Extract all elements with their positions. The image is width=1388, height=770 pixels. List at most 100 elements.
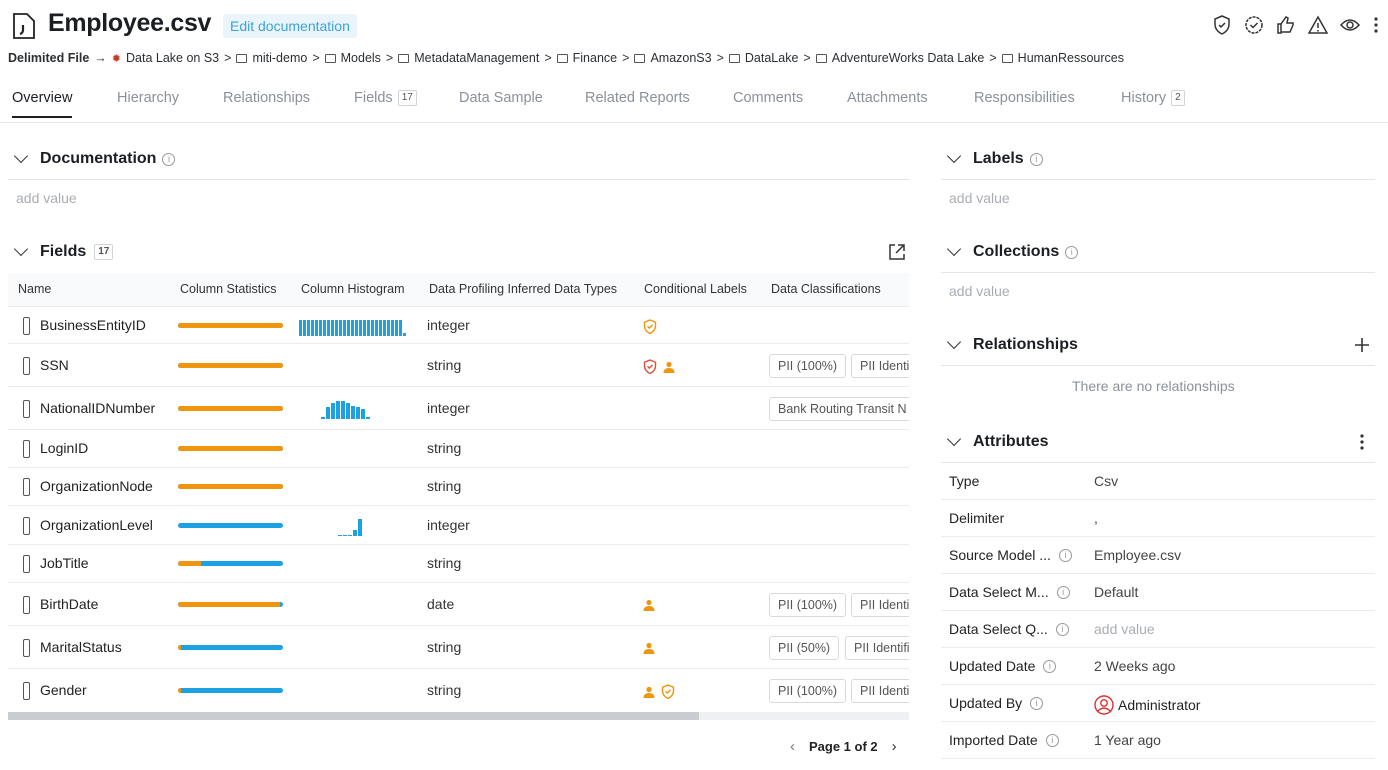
classification-chip[interactable]: PII (100%)	[769, 678, 847, 703]
documentation-header[interactable]: Documentation i	[13, 148, 176, 168]
field-name[interactable]: SSN	[40, 357, 69, 373]
field-name[interactable]: Gender	[40, 682, 87, 698]
column-header[interactable]: Column Histogram	[301, 273, 405, 306]
column-header[interactable]: Name	[18, 273, 51, 306]
field-name[interactable]: BirthDate	[40, 596, 98, 612]
table-row[interactable]: SSN string PII (100%) PII Identi	[8, 343, 909, 386]
horizontal-scrollbar[interactable]	[8, 712, 909, 720]
breadcrumb-item[interactable]: AmazonS3	[650, 51, 711, 65]
tab-comments[interactable]: Comments	[733, 90, 803, 106]
thumbs-up-icon[interactable]	[1276, 14, 1296, 36]
breadcrumb-item[interactable]: MetadataManagement	[414, 51, 539, 65]
collections-header[interactable]: Collections i	[946, 241, 1079, 261]
field-name[interactable]: MaritalStatus	[40, 639, 122, 655]
table-row[interactable]: MaritalStatus string PII (50%) PII Identifi	[8, 625, 909, 668]
field-name[interactable]: LoginID	[40, 440, 88, 456]
tab-overview[interactable]: Overview	[12, 90, 73, 118]
tab-relationships[interactable]: Relationships	[223, 90, 310, 106]
chevron-right-icon[interactable]: ›	[892, 738, 897, 755]
table-row[interactable]: LoginID string	[8, 429, 909, 467]
relationships-header[interactable]: Relationships	[946, 334, 1078, 354]
scrollbar-thumb[interactable]	[8, 712, 699, 720]
collections-add-value[interactable]: add value	[949, 283, 1010, 299]
chevron-down-icon[interactable]	[946, 431, 962, 447]
chevron-down-icon[interactable]	[13, 148, 29, 164]
chevron-down-icon[interactable]	[946, 241, 962, 257]
classification-chip[interactable]: PII Identi	[851, 353, 909, 378]
tab-history[interactable]: History 2	[1121, 90, 1185, 106]
labels-add-value[interactable]: add value	[949, 190, 1010, 206]
more-vertical-icon[interactable]	[1372, 14, 1380, 36]
classification-chip[interactable]: PII Identi	[851, 678, 909, 703]
conditional-labels	[643, 358, 675, 377]
chevron-down-icon[interactable]	[13, 241, 29, 257]
field-name[interactable]: BusinessEntityID	[40, 317, 146, 333]
tab-attachments[interactable]: Attachments	[847, 90, 928, 106]
breadcrumb-source[interactable]: Data Lake on S3	[126, 51, 219, 65]
attribute-key: Updated By i	[949, 695, 1044, 711]
table-row[interactable]: Gender string PII (100%) PII Identi	[8, 668, 909, 711]
breadcrumb-item[interactable]: HumanRessources	[1018, 51, 1124, 65]
tab-related-reports[interactable]: Related Reports	[585, 90, 690, 106]
field-name[interactable]: OrganizationLevel	[40, 517, 153, 533]
add-relationship-icon[interactable]	[1354, 337, 1370, 353]
shield-check-icon[interactable]	[661, 683, 675, 702]
relationships-title: Relationships	[973, 336, 1078, 353]
breadcrumb-item[interactable]: AdventureWorks Data Lake	[832, 51, 985, 65]
person-icon[interactable]	[643, 685, 655, 701]
breadcrumb-item[interactable]: DataLake	[745, 51, 799, 65]
breadcrumb-item[interactable]: Models	[341, 51, 381, 65]
certified-icon[interactable]	[1244, 14, 1264, 36]
shield-check-icon[interactable]	[643, 318, 657, 337]
tab-responsibilities[interactable]: Responsibilities	[974, 90, 1075, 106]
classification-chip[interactable]: Bank Routing Transit N	[769, 396, 909, 421]
field-name[interactable]: JobTitle	[40, 555, 89, 571]
person-icon[interactable]	[643, 641, 655, 657]
fields-header[interactable]: Fields 17	[13, 241, 114, 261]
tab-label: Responsibilities	[974, 90, 1075, 106]
column-header[interactable]: Data Profiling Inferred Data Types	[429, 273, 617, 306]
field-name[interactable]: NationalIDNumber	[40, 400, 155, 416]
table-row[interactable]: BusinessEntityID integer	[8, 306, 909, 343]
classification-chip[interactable]: PII (100%)	[769, 592, 847, 617]
field-icon	[23, 478, 30, 496]
field-icon	[23, 681, 30, 700]
shield-check-icon[interactable]	[1212, 14, 1232, 36]
breadcrumb-separator: >	[716, 51, 724, 65]
breadcrumb-item[interactable]: Finance	[573, 51, 617, 65]
pagination: ‹ Page 1 of 2 ›	[790, 738, 897, 755]
more-vertical-icon[interactable]	[1359, 434, 1365, 450]
open-external-icon[interactable]	[888, 243, 906, 261]
tab-hierarchy[interactable]: Hierarchy	[117, 90, 179, 106]
classification-chip[interactable]: PII Identi	[851, 592, 909, 617]
classification-chip[interactable]: PII Identifi	[845, 635, 909, 660]
tab-data-sample[interactable]: Data Sample	[459, 90, 543, 106]
chevron-left-icon[interactable]: ‹	[790, 738, 795, 755]
chevron-down-icon[interactable]	[946, 334, 962, 350]
column-header[interactable]: Data Classifications	[771, 273, 881, 306]
person-icon[interactable]	[663, 360, 675, 376]
column-header[interactable]: Conditional Labels	[644, 273, 747, 306]
documentation-add-value[interactable]: add value	[16, 190, 77, 206]
warning-icon[interactable]	[1308, 14, 1328, 36]
labels-header[interactable]: Labels i	[946, 148, 1043, 168]
chevron-down-icon[interactable]	[946, 148, 962, 164]
attribute-value[interactable]: add value	[1094, 621, 1155, 637]
table-row[interactable]: NationalIDNumber integer Bank Routing Tran…	[8, 386, 909, 429]
table-row[interactable]: OrganizationLevel integer	[8, 505, 909, 544]
table-row[interactable]: OrganizationNode string	[8, 467, 909, 505]
edit-documentation-button[interactable]: Edit documentation	[223, 14, 357, 38]
eye-icon[interactable]	[1340, 14, 1360, 36]
breadcrumb-item[interactable]: miti-demo	[252, 51, 307, 65]
shield-alert-icon[interactable]	[643, 358, 657, 377]
attributes-header[interactable]: Attributes	[946, 431, 1049, 451]
field-name[interactable]: OrganizationNode	[40, 478, 153, 494]
inferred-type: integer	[427, 316, 470, 333]
table-row[interactable]: BirthDate date PII (100%) PII Identi	[8, 582, 909, 625]
column-header[interactable]: Column Statistics	[180, 273, 277, 306]
tab-fields[interactable]: Fields 17	[354, 90, 417, 106]
table-row[interactable]: JobTitle string	[8, 544, 909, 582]
person-icon[interactable]	[643, 598, 655, 614]
classification-chip[interactable]: PII (50%)	[769, 635, 840, 660]
classification-chip[interactable]: PII (100%)	[769, 353, 847, 378]
